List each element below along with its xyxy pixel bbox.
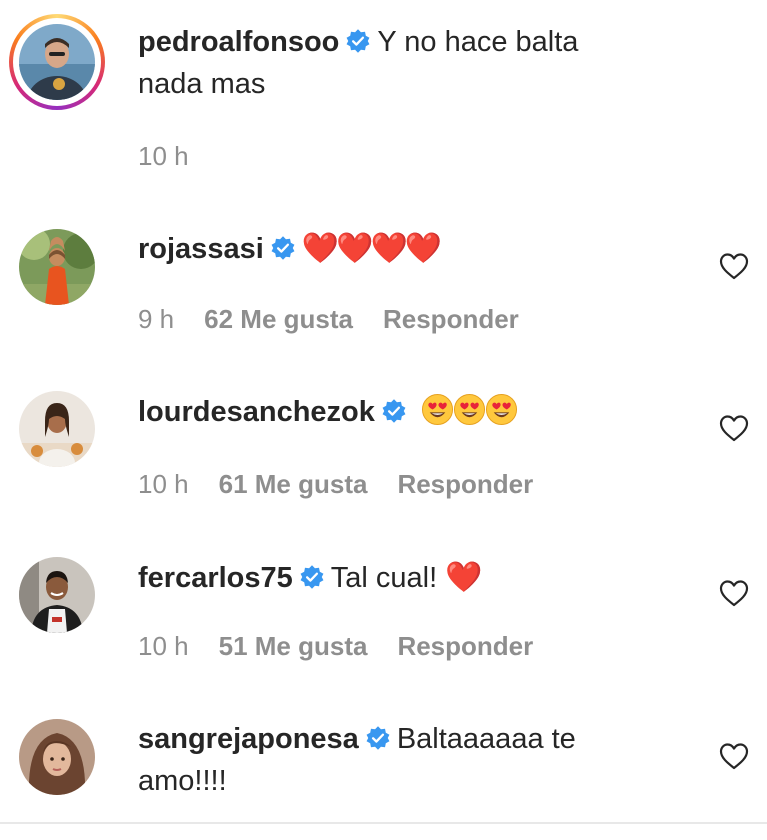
timestamp[interactable]: 10 h bbox=[138, 141, 189, 171]
avatar[interactable] bbox=[19, 719, 95, 795]
username-link[interactable]: lourdesanchezok bbox=[138, 396, 375, 428]
comment-text-continued: nada mas bbox=[138, 68, 266, 100]
likes-count[interactable]: 61 Me gusta bbox=[219, 469, 368, 499]
comment-text: Y no hace balta bbox=[377, 26, 579, 58]
heart-outline-icon[interactable] bbox=[718, 741, 750, 771]
username-link[interactable]: fercarlos75 bbox=[138, 562, 293, 594]
username-link[interactable]: rojassasi bbox=[138, 233, 264, 265]
heart-outline-icon[interactable] bbox=[718, 251, 750, 281]
heart-eyes-emoji-icon bbox=[485, 393, 517, 426]
avatar[interactable] bbox=[19, 24, 95, 100]
emoji-text bbox=[413, 393, 517, 428]
reply-button[interactable]: Responder bbox=[383, 304, 519, 334]
person-avatar-icon bbox=[19, 391, 95, 467]
heart-outline-icon[interactable] bbox=[718, 578, 750, 608]
timestamp[interactable]: 10 h bbox=[138, 631, 189, 661]
heart-emoji: ❤️ bbox=[445, 560, 482, 595]
comment-line: sangrejaponesa Baltaaaaaa te bbox=[138, 719, 576, 760]
comment-line: lourdesanchezok bbox=[138, 392, 517, 433]
comment-line: rojassasi ❤️❤️❤️❤️ bbox=[138, 228, 442, 270]
person-avatar-icon bbox=[19, 557, 95, 633]
timestamp[interactable]: 9 h bbox=[138, 304, 174, 334]
verified-badge-icon bbox=[300, 565, 324, 589]
likes-count[interactable]: 51 Me gusta bbox=[219, 631, 368, 661]
comment-line: pedroalfonsoo Y no hace balta bbox=[138, 22, 578, 63]
person-avatar-icon bbox=[19, 719, 95, 795]
verified-badge-icon bbox=[346, 29, 370, 53]
heart-eyes-emoji-icon bbox=[453, 393, 485, 426]
person-avatar-icon bbox=[19, 24, 95, 100]
username-link[interactable]: pedroalfonsoo bbox=[138, 26, 339, 58]
reply-button[interactable]: Responder bbox=[397, 469, 533, 499]
verified-badge-icon bbox=[382, 399, 406, 423]
likes-count[interactable]: 62 Me gusta bbox=[204, 304, 353, 334]
heart-outline-icon[interactable] bbox=[718, 413, 750, 443]
comment-text-continued: amo!!!! bbox=[138, 765, 227, 797]
heart-emoji: ❤️❤️❤️❤️ bbox=[301, 231, 442, 266]
comment-meta: 10 h 61 Me gusta Responder bbox=[138, 469, 533, 499]
comment-text: Baltaaaaaa te bbox=[396, 723, 576, 755]
avatar[interactable] bbox=[19, 229, 95, 305]
comment-line: fercarlos75 Tal cual! ❤️ bbox=[138, 557, 483, 599]
comment-meta: 9 h 62 Me gusta Responder bbox=[138, 304, 519, 334]
avatar[interactable] bbox=[19, 391, 95, 467]
person-avatar-icon bbox=[19, 229, 95, 305]
divider bbox=[0, 822, 767, 824]
heart-eyes-emoji-icon bbox=[421, 393, 453, 426]
timestamp[interactable]: 10 h bbox=[138, 469, 189, 499]
verified-badge-icon bbox=[366, 726, 390, 750]
username-link[interactable]: sangrejaponesa bbox=[138, 723, 359, 755]
reply-button[interactable]: Responder bbox=[397, 631, 533, 661]
verified-badge-icon bbox=[271, 236, 295, 260]
comment-text: Tal cual! bbox=[330, 562, 438, 594]
comment-meta: 10 h 51 Me gusta Responder bbox=[138, 631, 533, 661]
comment-meta: 10 h bbox=[138, 141, 219, 171]
avatar[interactable] bbox=[19, 557, 95, 633]
